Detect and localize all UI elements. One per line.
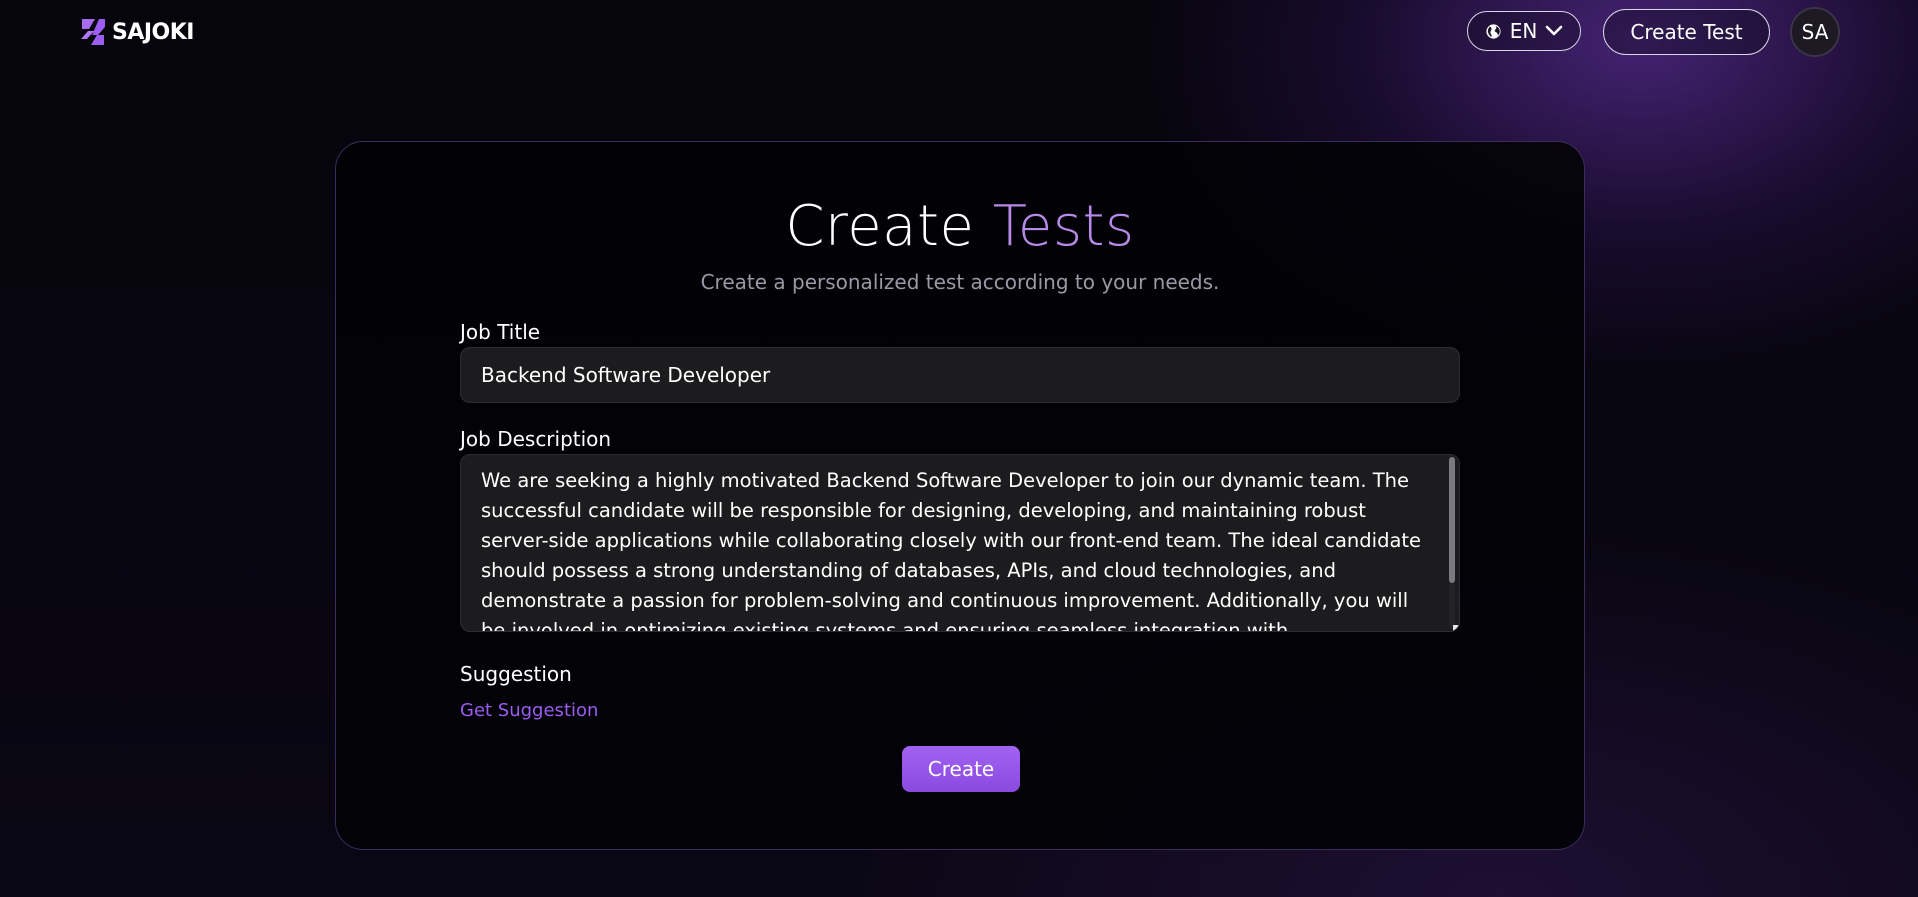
textarea-scrollbar[interactable]: [1449, 457, 1455, 583]
job-description-textarea[interactable]: We are seeking a highly motivated Backen…: [461, 455, 1459, 631]
user-avatar[interactable]: SA: [1790, 7, 1840, 57]
textarea-resize-handle[interactable]: [1453, 625, 1459, 631]
page-subtitle: Create a personalized test according to …: [700, 270, 1220, 294]
page-title-main: Create: [785, 194, 975, 259]
language-code: EN: [1509, 19, 1538, 43]
job-title-input[interactable]: [460, 347, 1460, 403]
create-button[interactable]: Create: [902, 746, 1020, 792]
job-title-label: Job Title: [460, 320, 541, 344]
job-description-field: We are seeking a highly motivated Backen…: [460, 454, 1460, 632]
brand-name: SAJOKI: [112, 19, 195, 45]
get-suggestion-link[interactable]: Get Suggestion: [460, 700, 598, 721]
globe-icon: [1486, 23, 1501, 39]
chevron-down-icon: [1545, 25, 1563, 36]
brand-logo[interactable]: SAJOKI: [79, 17, 195, 47]
suggestion-label: Suggestion: [460, 662, 572, 686]
create-test-nav-button[interactable]: Create Test: [1603, 9, 1770, 55]
top-navbar: SAJOKI EN Create Test SA: [0, 0, 1918, 64]
logo-icon: [81, 19, 105, 45]
page-title: Create Tests: [336, 192, 1584, 262]
job-description-label: Job Description: [460, 427, 612, 451]
create-test-card: Create Tests Create a personalized test …: [335, 141, 1585, 850]
page-title-accent: Tests: [992, 194, 1135, 259]
language-selector[interactable]: EN: [1467, 11, 1581, 51]
